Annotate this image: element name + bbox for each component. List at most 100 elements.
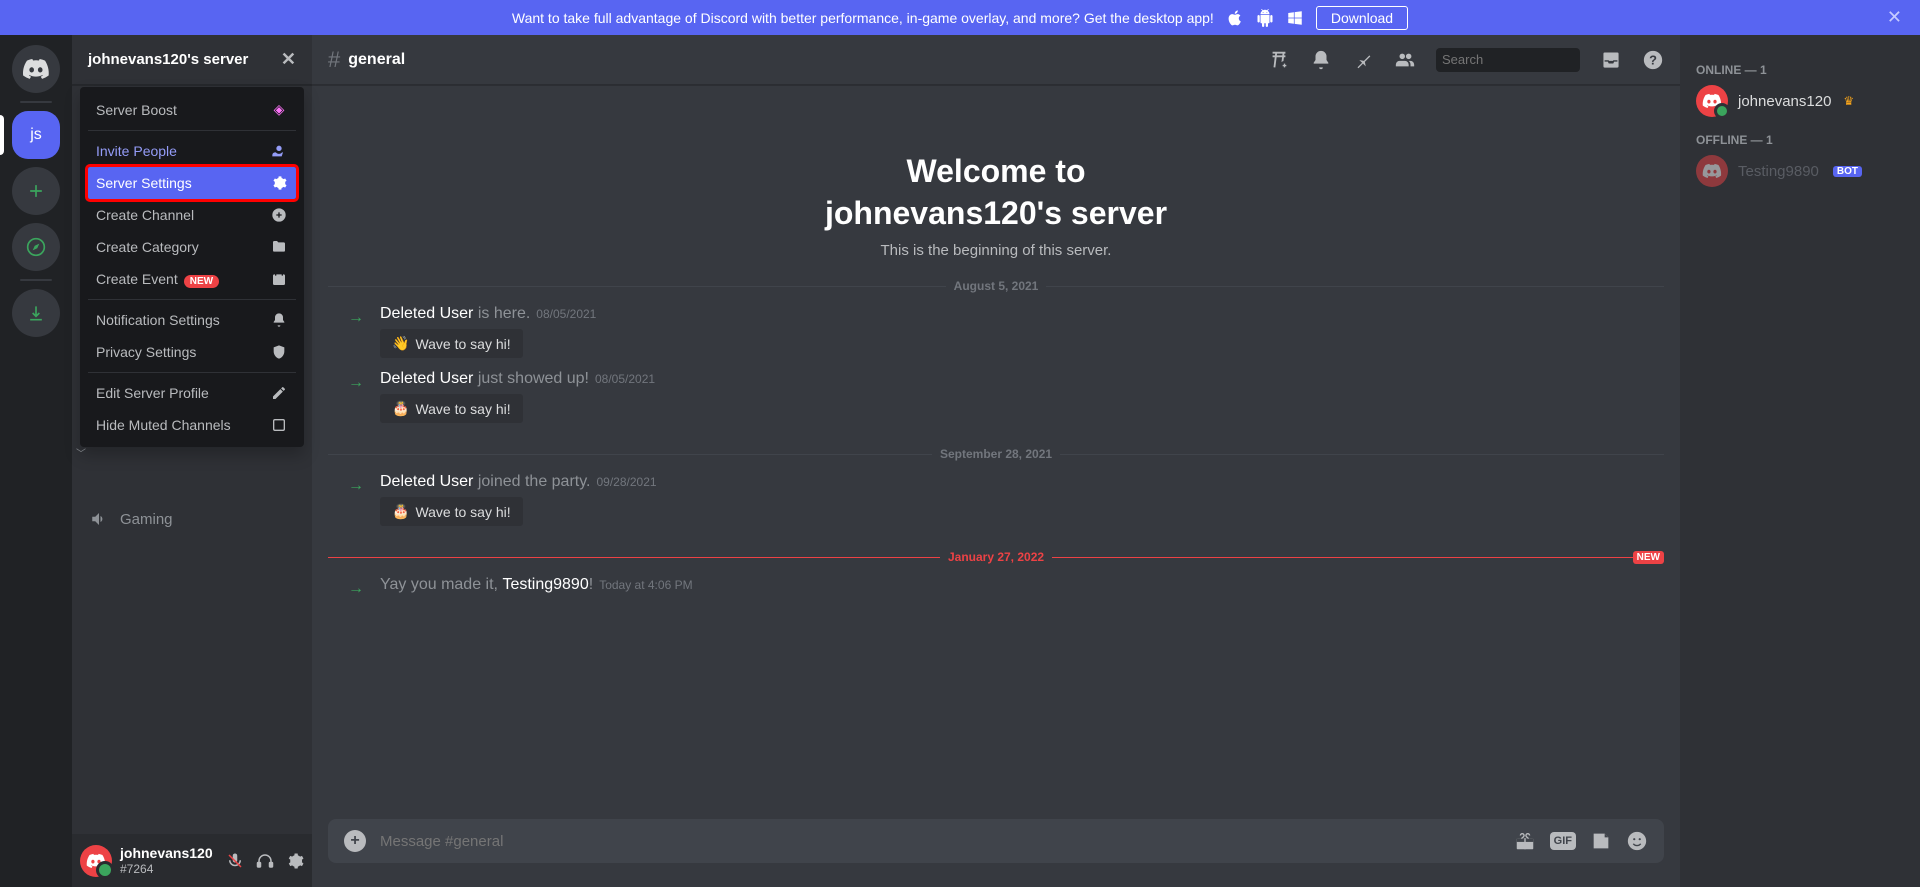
- msg-prefix: Yay you made it,: [380, 576, 502, 593]
- join-arrow-icon: →: [348, 374, 364, 392]
- dd-label: Create Category: [96, 239, 199, 255]
- search-input[interactable]: [1442, 52, 1618, 67]
- dd-label: Invite People: [96, 143, 177, 159]
- dropdown-create-channel[interactable]: Create Channel: [88, 199, 296, 231]
- user-panel-name: johnevans120: [120, 845, 213, 862]
- add-server-button[interactable]: [12, 167, 60, 215]
- gear-icon: [270, 175, 288, 191]
- close-dropdown-icon[interactable]: ✕: [281, 49, 296, 70]
- boost-icon: ◈: [270, 101, 288, 118]
- promo-text: Want to take full advantage of Discord w…: [512, 10, 1214, 26]
- date-text: September 28, 2021: [932, 447, 1060, 461]
- wave-button[interactable]: 🎂Wave to say hi!: [380, 497, 523, 526]
- msg-suffix: !: [589, 576, 593, 593]
- dropdown-create-category[interactable]: Create Category: [88, 231, 296, 263]
- msg-user[interactable]: Deleted User: [380, 305, 473, 322]
- member-avatar: [1696, 85, 1728, 117]
- join-arrow-icon: →: [348, 309, 364, 327]
- deafen-icon[interactable]: [256, 852, 274, 870]
- member-name: Testing9890: [1738, 163, 1819, 180]
- msg-user[interactable]: Testing9890: [502, 576, 588, 593]
- server-johnevans120[interactable]: js: [12, 111, 60, 159]
- wave-button[interactable]: 👋Wave to say hi!: [380, 329, 523, 358]
- system-message: → Deleted User just showed up! 08/05/2021…: [328, 366, 1664, 427]
- dropdown-privacy-settings[interactable]: Privacy Settings: [88, 336, 296, 368]
- explore-button[interactable]: [12, 223, 60, 271]
- search-box[interactable]: [1436, 48, 1580, 72]
- gift-icon[interactable]: [1514, 830, 1536, 852]
- dropdown-invite-people[interactable]: Invite People: [88, 135, 296, 167]
- dropdown-create-event[interactable]: Create EventNEW: [88, 263, 296, 295]
- member-list: ONLINE — 1 johnevans120 ♛ OFFLINE — 1 Te…: [1680, 35, 1920, 887]
- dropdown-notification-settings[interactable]: Notification Settings: [88, 304, 296, 336]
- welcome-line2: johnevans120's server: [825, 195, 1167, 231]
- help-icon[interactable]: ?: [1642, 49, 1664, 71]
- dd-label: Server Settings: [96, 175, 192, 191]
- calendar-icon: [270, 271, 288, 287]
- android-icon[interactable]: [1256, 9, 1274, 27]
- join-arrow-icon: →: [348, 580, 364, 598]
- msg-text: joined the party.: [473, 473, 590, 490]
- dd-label: Privacy Settings: [96, 344, 196, 360]
- user-settings-icon[interactable]: [286, 852, 304, 870]
- user-panel: johnevans120 #7264: [72, 834, 312, 887]
- sticker-icon[interactable]: [1590, 830, 1612, 852]
- category-chevron-icon[interactable]: ﹀: [76, 445, 86, 460]
- chat-area: # general ? Welcome tojohne: [312, 35, 1680, 887]
- dropdown-edit-server-profile[interactable]: Edit Server Profile: [88, 377, 296, 409]
- msg-user[interactable]: Deleted User: [380, 473, 473, 490]
- gif-icon[interactable]: GIF: [1550, 832, 1576, 850]
- active-pill: [0, 115, 4, 155]
- windows-icon[interactable]: [1286, 9, 1304, 27]
- member-johnevans120[interactable]: johnevans120 ♛: [1688, 81, 1912, 121]
- download-button[interactable]: Download: [1316, 6, 1408, 30]
- dropdown-server-settings[interactable]: Server Settings: [88, 167, 296, 199]
- mute-icon[interactable]: [226, 852, 244, 870]
- wave-button[interactable]: 🎂Wave to say hi!: [380, 394, 523, 423]
- msg-ts: 08/05/2021: [595, 372, 655, 386]
- msg-text: just showed up!: [473, 370, 589, 387]
- threads-icon[interactable]: [1268, 49, 1290, 71]
- server-header[interactable]: johnevans120's server ✕: [72, 35, 312, 85]
- members-toggle-icon[interactable]: [1394, 49, 1416, 71]
- member-avatar: [1696, 155, 1728, 187]
- sidebar-channel-gaming[interactable]: Gaming: [90, 510, 173, 528]
- apple-icon[interactable]: [1226, 9, 1244, 27]
- inbox-icon[interactable]: [1600, 49, 1622, 71]
- dd-label: Server Boost: [96, 102, 177, 118]
- offline-header: OFFLINE — 1: [1688, 121, 1912, 151]
- msg-user[interactable]: Deleted User: [380, 370, 473, 387]
- home-button[interactable]: [12, 45, 60, 93]
- user-panel-text[interactable]: johnevans120 #7264: [120, 845, 213, 876]
- download-apps-button[interactable]: [12, 289, 60, 337]
- emoji-icon[interactable]: [1626, 830, 1648, 852]
- notifications-icon[interactable]: [1310, 49, 1332, 71]
- system-message: → Deleted User joined the party.09/28/20…: [328, 469, 1664, 530]
- message-composer: + GIF: [328, 819, 1664, 863]
- dd-sep: [88, 372, 296, 373]
- pencil-icon: [270, 385, 288, 401]
- dd-label: Create Event: [96, 271, 178, 287]
- promo-close-icon[interactable]: ✕: [1887, 7, 1902, 28]
- attach-button[interactable]: +: [344, 830, 366, 852]
- dropdown-hide-muted[interactable]: Hide Muted Channels: [88, 409, 296, 441]
- member-testing9890[interactable]: Testing9890 BOT: [1688, 151, 1912, 191]
- plus-circle-icon: [270, 207, 288, 223]
- dd-label: Create Channel: [96, 207, 194, 223]
- dropdown-server-boost[interactable]: Server Boost ◈: [88, 93, 296, 126]
- dd-label: Notification Settings: [96, 312, 220, 328]
- dd-label: Edit Server Profile: [96, 385, 209, 401]
- user-avatar[interactable]: [80, 845, 112, 877]
- date-divider-new: January 27, 2022NEW: [328, 550, 1664, 564]
- shield-icon: [270, 344, 288, 360]
- server-separator: [20, 101, 52, 103]
- user-panel-tag: #7264: [120, 862, 213, 876]
- msg-ts: Today at 4:06 PM: [599, 578, 692, 592]
- composer-input[interactable]: [380, 833, 1500, 850]
- pinned-icon[interactable]: [1352, 49, 1374, 71]
- server-initials: js: [30, 126, 42, 144]
- bot-tag: BOT: [1833, 166, 1862, 177]
- message-list[interactable]: Welcome tojohnevans120's server This is …: [312, 85, 1680, 819]
- channel-title: general: [348, 51, 405, 69]
- member-name: johnevans120: [1738, 93, 1831, 110]
